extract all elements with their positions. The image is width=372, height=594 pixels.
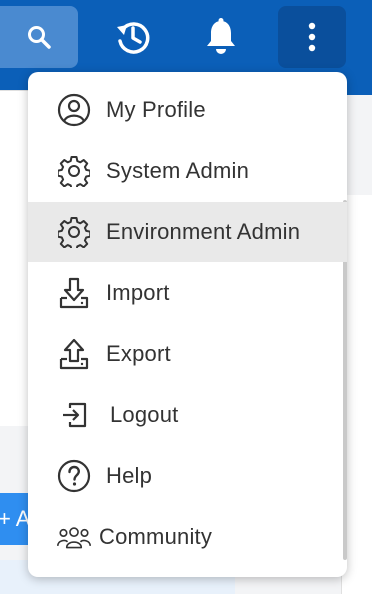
user-dropdown-menu: My Profile System Admin Environment Admi… xyxy=(28,72,347,577)
gear-icon xyxy=(57,154,91,188)
import-icon xyxy=(57,276,91,310)
help-icon xyxy=(57,459,91,493)
search-button[interactable] xyxy=(0,6,78,68)
search-icon xyxy=(26,24,52,50)
menu-item-logout[interactable]: Logout xyxy=(28,385,347,445)
menu-item-label: System Admin xyxy=(106,158,250,183)
menu-item-help[interactable]: Help xyxy=(28,446,347,506)
menu-item-label: Help xyxy=(106,463,153,488)
user-circle-icon xyxy=(57,93,91,127)
more-options-button[interactable] xyxy=(278,6,346,68)
menu-item-label: Export xyxy=(106,341,171,366)
menu-item-label: Import xyxy=(106,280,170,305)
history-button[interactable] xyxy=(98,6,168,68)
notifications-button[interactable] xyxy=(186,6,256,68)
export-icon xyxy=(57,337,91,371)
menu-item-label: Community xyxy=(99,524,213,549)
menu-item-label: My Profile xyxy=(106,97,206,122)
community-icon xyxy=(57,520,91,554)
menu-item-label: Environment Admin xyxy=(106,219,301,244)
gear-icon xyxy=(57,215,91,249)
bell-icon xyxy=(204,18,238,56)
menu-item-label: Logout xyxy=(110,402,179,427)
menu-item-import[interactable]: Import xyxy=(28,263,347,323)
more-vertical-icon xyxy=(307,22,317,52)
menu-item-my-profile[interactable]: My Profile xyxy=(28,80,347,140)
menu-item-system-admin[interactable]: System Admin xyxy=(28,141,347,201)
menu-item-export[interactable]: Export xyxy=(28,324,347,384)
menu-item-environment-admin[interactable]: Environment Admin xyxy=(28,202,347,262)
menu-item-community[interactable]: Community xyxy=(28,507,347,567)
history-icon xyxy=(113,17,153,57)
logout-icon xyxy=(57,398,91,432)
